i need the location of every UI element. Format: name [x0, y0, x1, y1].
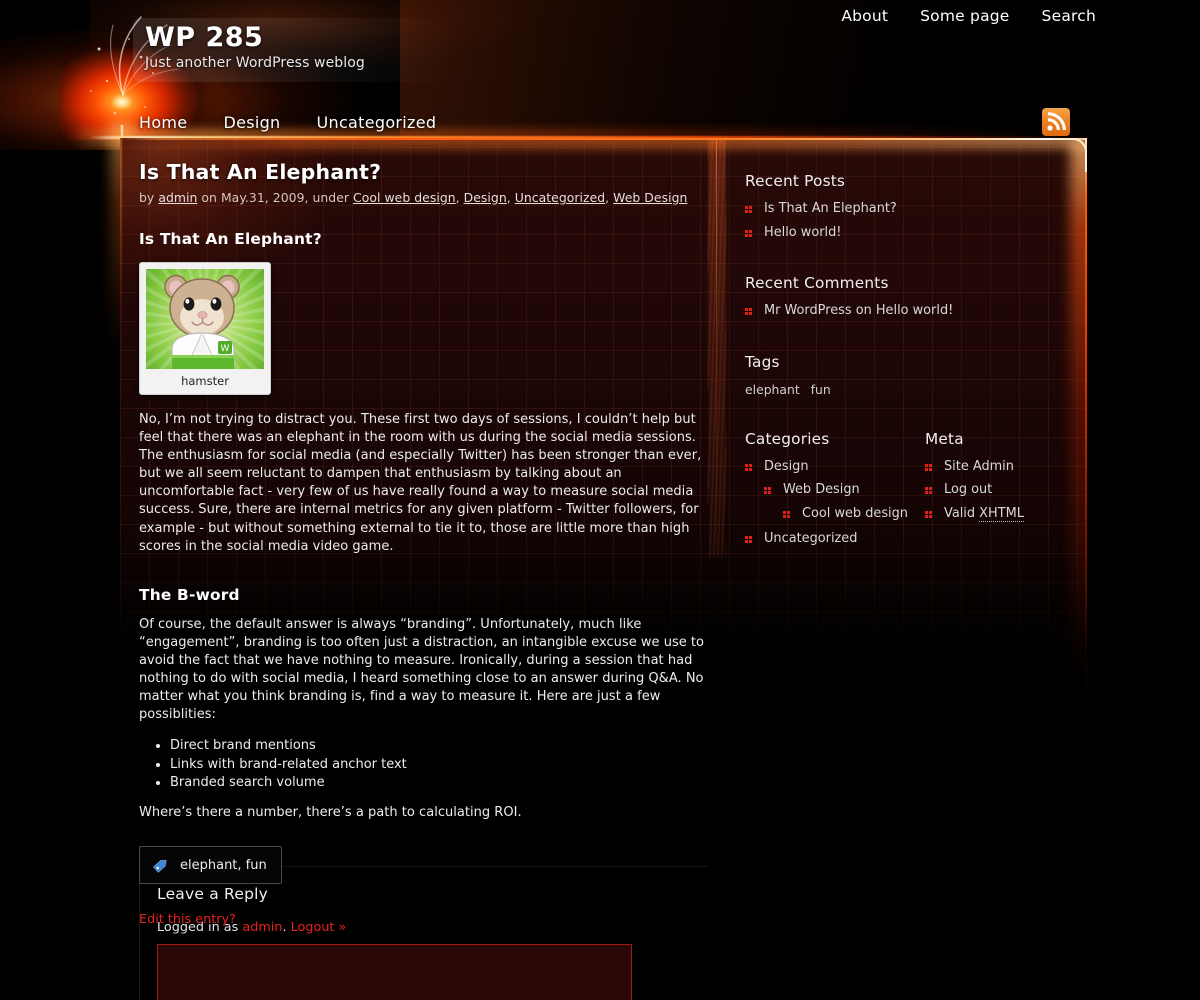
- tag-link-elephant[interactable]: elephant: [745, 382, 800, 397]
- bullet-icon: [783, 510, 790, 518]
- sidebar-heading-tags: Tags: [745, 352, 780, 371]
- pages-nav-item-some-page[interactable]: Some page: [920, 7, 1009, 25]
- post-author-link[interactable]: admin: [158, 190, 197, 205]
- sidebar-tags: Tags elephant fun: [745, 353, 1090, 397]
- post-tags[interactable]: elephant, fun: [139, 846, 282, 885]
- sidebar-meta: Meta Site Admin Log out Valid XHTML: [925, 430, 1090, 555]
- rss-feed-icon[interactable]: [1042, 108, 1070, 136]
- svg-text:W: W: [221, 344, 230, 354]
- recent-post-link[interactable]: Hello world!: [764, 225, 841, 240]
- comment-textarea[interactable]: [157, 944, 632, 1000]
- post-figure[interactable]: W hamster: [139, 262, 271, 395]
- post-list: Direct brand mentions Links with brand-r…: [139, 737, 709, 792]
- post-heading-1: Is That An Elephant?: [139, 230, 322, 248]
- frame-corner: [1053, 138, 1087, 172]
- list-item[interactable]: Is That An Elephant?: [745, 201, 1090, 218]
- meta-link-site-admin[interactable]: Site Admin: [944, 459, 1014, 474]
- post-category-link-web-design[interactable]: Web Design: [613, 190, 687, 205]
- category-link-uncategorized[interactable]: Uncategorized: [764, 531, 857, 546]
- category-link-web-design[interactable]: Web Design: [783, 482, 860, 497]
- list-item: Direct brand mentions: [170, 737, 709, 755]
- edit-entry-link[interactable]: Edit this entry?: [139, 912, 709, 927]
- bullet-icon: [745, 206, 752, 213]
- bullet-icon: [745, 536, 752, 543]
- list-item[interactable]: Mr WordPress on Hello world!: [745, 303, 1090, 320]
- meta-link-valid-xhtml[interactable]: Valid XHTML: [944, 505, 1024, 522]
- sidebar-lower-columns: Categories Design Web Design Cool web de…: [745, 430, 1090, 555]
- post-content: Is That An Elephant? by admin on May.31,…: [139, 160, 709, 927]
- comment-post-link[interactable]: Hello world!: [876, 303, 953, 318]
- post-paragraph-2: Of course, the default answer is always …: [139, 616, 705, 723]
- list-item[interactable]: Log out: [925, 482, 1090, 499]
- tag-link-fun[interactable]: fun: [811, 382, 831, 397]
- bullet-icon: [764, 487, 771, 494]
- post-category-link-cool-web-design[interactable]: Cool web design: [353, 190, 456, 205]
- post-category-link-uncategorized[interactable]: Uncategorized: [515, 190, 605, 205]
- sidebar-heading-categories: Categories: [745, 429, 830, 448]
- post-title: Is That An Elephant?: [139, 160, 382, 184]
- pages-nav: About Some page Search: [841, 7, 1096, 25]
- sidebar-recent-comments: Recent Comments Mr WordPress on Hello wo…: [745, 274, 1090, 320]
- list-item: Branded search volume: [170, 774, 709, 792]
- category-link-design[interactable]: Design: [764, 459, 809, 474]
- tag-cloud: elephant fun: [745, 382, 1090, 397]
- comment-on-word: on: [855, 303, 872, 318]
- site-branding[interactable]: WP 285 Just another WordPress weblog: [133, 18, 463, 82]
- sidebar-heading-recent-posts: Recent Posts: [745, 172, 846, 190]
- sidebar-categories: Categories Design Web Design Cool web de…: [745, 430, 925, 555]
- post-meta-on: on: [201, 190, 217, 205]
- post-tags-label: elephant, fun: [180, 857, 267, 873]
- bullet-icon: [925, 463, 932, 471]
- post-date: May.31, 2009: [220, 190, 305, 205]
- recent-post-link[interactable]: Is That An Elephant?: [764, 201, 897, 216]
- sidebar-recent-posts: Recent Posts Is That An Elephant? Hello …: [745, 172, 1090, 241]
- sidebar-heading-meta: Meta: [925, 429, 964, 448]
- bullet-icon: [745, 463, 752, 471]
- figure-caption: hamster: [181, 374, 229, 388]
- list-item[interactable]: Cool web design: [783, 506, 925, 523]
- comment-author-link[interactable]: Mr WordPress: [764, 303, 852, 318]
- main-nav-item-home[interactable]: Home: [139, 113, 187, 132]
- page-root: WP 285 Just another WordPress weblog Abo…: [0, 0, 1200, 1000]
- frame-top-edge: [120, 138, 1087, 140]
- list-item[interactable]: Site Admin: [925, 459, 1090, 476]
- post-meta: by admin on May.31, 2009, under Cool web…: [139, 190, 688, 205]
- bullet-icon: [745, 229, 752, 237]
- pages-nav-item-about[interactable]: About: [841, 7, 888, 25]
- hamster-image: W: [146, 269, 264, 369]
- frame-left-edge: [120, 138, 122, 418]
- post-meta-under: , under: [304, 190, 350, 205]
- meta-valid-prefix: Valid: [944, 505, 980, 521]
- post-meta-by: by: [139, 190, 155, 205]
- list-item[interactable]: Uncategorized: [745, 531, 925, 548]
- main-nav-item-uncategorized[interactable]: Uncategorized: [317, 113, 437, 132]
- list-item[interactable]: Design: [745, 459, 925, 476]
- post-paragraph-3: Where’s there a number, there’s a path t…: [139, 804, 522, 820]
- list-item: Links with brand-related anchor text: [170, 756, 709, 774]
- sidebar-heading-recent-comments: Recent Comments: [745, 274, 889, 292]
- list-item[interactable]: Web Design: [764, 482, 925, 499]
- tag-icon: [151, 855, 171, 875]
- list-item[interactable]: Valid XHTML: [925, 505, 1090, 523]
- post-heading-2: The B-word: [139, 585, 240, 604]
- xhtml-abbr: XHTML: [979, 505, 1024, 522]
- category-link-cool-web-design[interactable]: Cool web design: [802, 506, 908, 521]
- main-nav-item-design[interactable]: Design: [223, 113, 280, 132]
- site-title: WP 285: [145, 22, 264, 53]
- bullet-icon: [925, 510, 932, 518]
- pages-nav-item-search[interactable]: Search: [1042, 7, 1096, 25]
- meta-link-log-out[interactable]: Log out: [944, 482, 992, 497]
- post-category-link-design[interactable]: Design: [464, 190, 507, 205]
- post-paragraph-1: No, I’m not trying to distract you. Thes…: [139, 412, 702, 554]
- site-tagline: Just another WordPress weblog: [145, 55, 365, 72]
- bullet-icon: [745, 308, 752, 315]
- list-item[interactable]: Hello world!: [745, 225, 1090, 242]
- bullet-icon: [925, 487, 932, 494]
- sidebar: Recent Posts Is That An Elephant? Hello …: [745, 172, 1090, 555]
- main-nav: Home Design Uncategorized: [139, 113, 436, 132]
